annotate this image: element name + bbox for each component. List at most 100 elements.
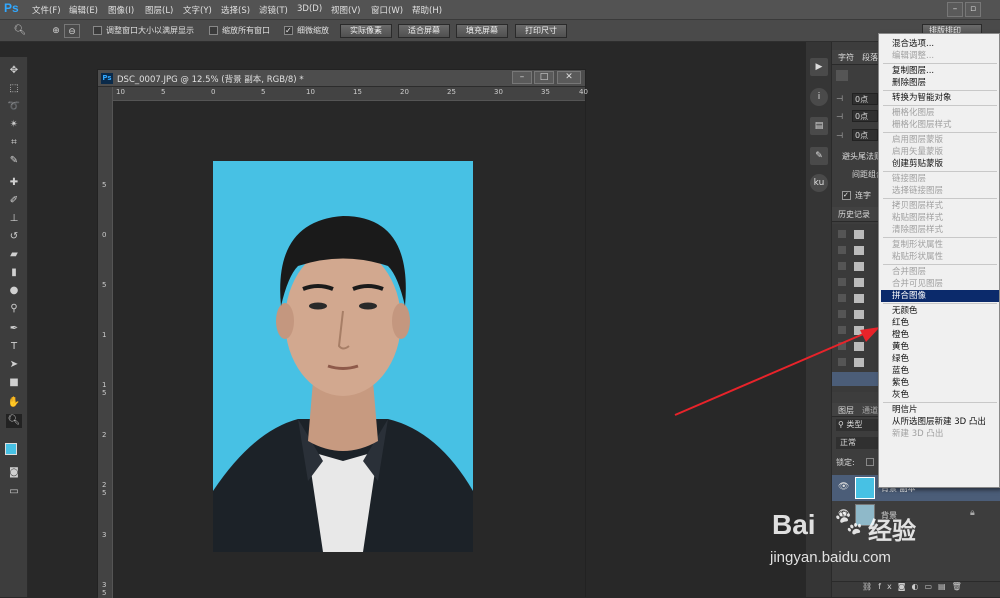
kuler-icon[interactable]: ku [810, 174, 828, 192]
actual-pixels-button[interactable]: 实际像素 [340, 24, 392, 38]
minimize-icon[interactable]: – [947, 2, 963, 17]
zoom-tool-active-icon[interactable]: 🔍︎ [6, 414, 22, 428]
context-menu-item[interactable]: 红色 [892, 317, 909, 329]
lasso-tool-icon[interactable]: ➰ [6, 100, 22, 114]
indent-left-input[interactable]: 0点 [852, 93, 878, 105]
doc-close-icon[interactable]: ✕ [557, 71, 581, 84]
pen-tool-icon[interactable]: ✒ [6, 322, 22, 336]
menu-help[interactable]: 帮助(H) [412, 4, 442, 16]
brush-preset-icon[interactable]: ✎ [810, 147, 828, 165]
zoom-all-checkbox[interactable] [209, 26, 218, 35]
type-tool-icon[interactable]: T [6, 340, 22, 354]
menu-file[interactable]: 文件(F) [32, 4, 61, 16]
eraser-icon[interactable]: ▰ [6, 248, 22, 262]
move-tool-icon[interactable]: ✥ [6, 64, 22, 78]
menu-separator [883, 171, 997, 172]
context-menu-item: 粘贴形状属性 [892, 252, 944, 262]
visibility-eye-icon[interactable]: 👁︎ [838, 482, 849, 492]
quick-mask-icon[interactable]: ◙ [6, 466, 22, 480]
fit-screen-button[interactable]: 适合屏幕 [398, 24, 450, 38]
document-titlebar[interactable]: Ps DSC_0007.JPG @ 12.5% (背景 副本, RGB/8) *… [98, 70, 585, 87]
menu-separator [883, 198, 997, 199]
menu-view[interactable]: 视图(V) [331, 4, 360, 16]
lock-label: 锁定: [836, 458, 855, 467]
menu-image[interactable]: 图像(I) [108, 4, 134, 16]
space-after-input[interactable]: 0点 [852, 129, 878, 141]
context-menu-item[interactable]: 明信片 [892, 404, 918, 416]
brush-tool-icon[interactable]: ✐ [6, 194, 22, 208]
context-menu-item[interactable]: 无颜色 [892, 305, 918, 317]
dodge-tool-icon[interactable]: ⚲ [6, 302, 22, 316]
fill-screen-button[interactable]: 填充屏幕 [456, 24, 508, 38]
play-icon[interactable]: ▶ [810, 58, 828, 76]
context-menu-item[interactable]: 灰色 [892, 389, 909, 401]
context-menu-item: 栅格化图层 [892, 108, 935, 118]
ligature-label: 连字 [855, 191, 871, 200]
marquee-tool-icon[interactable]: ⬚ [6, 82, 22, 96]
hand-tool-icon[interactable]: ✋ [6, 396, 22, 410]
zoom-tool-icon[interactable]: 🔍︎ [12, 24, 28, 38]
zoom-out-icon[interactable]: ⊖ [64, 24, 80, 38]
history-panel-header: 历史记录 [832, 207, 878, 222]
menu-filter[interactable]: 滤镜(T) [259, 4, 288, 16]
resize-windows-checkbox[interactable] [93, 26, 102, 35]
context-menu-item[interactable]: 绿色 [892, 353, 909, 365]
magic-wand-icon[interactable]: ✴ [6, 118, 22, 132]
context-menu-item[interactable]: 黄色 [892, 341, 909, 353]
menu-separator [883, 132, 997, 133]
zoom-in-icon[interactable]: ⊕ [48, 24, 64, 38]
navigator-icon[interactable]: ▤ [810, 117, 828, 135]
lock-pixels-icon[interactable] [866, 458, 874, 466]
blend-mode-select[interactable]: 正常 [836, 437, 878, 449]
tab-history[interactable]: 历史记录 [838, 209, 870, 220]
context-menu-item[interactable]: 删除图层 [892, 77, 926, 89]
context-menu-item[interactable]: 蓝色 [892, 365, 909, 377]
screen-mode-icon[interactable]: ▭ [6, 485, 22, 499]
menu-window[interactable]: 窗口(W) [371, 4, 403, 16]
clone-stamp-icon[interactable]: ⊥ [6, 212, 22, 226]
gradient-icon[interactable]: ▮ [6, 266, 22, 280]
context-menu-item[interactable]: 复制图层... [892, 65, 934, 77]
restore-icon[interactable]: ▫ [965, 2, 981, 17]
space-before-input[interactable]: 0点 [852, 110, 878, 122]
ruler-label: 35 [541, 88, 550, 96]
context-menu-item[interactable]: 从所选图层新建 3D 凸出 [892, 416, 986, 428]
blur-tool-icon[interactable]: ● [6, 284, 22, 298]
tab-paragraph[interactable]: 段落 [862, 52, 878, 63]
shape-tool-icon[interactable]: ■ [6, 376, 22, 390]
hyphenation-label: 避头尾法则 [842, 152, 878, 161]
align-left-icon[interactable] [836, 70, 848, 81]
layer-context-menu: 混合选项... 编辑调整... 复制图层... 删除图层 转换为智能对象 栅格化图层 栅格化… [878, 33, 1000, 488]
ruler-label: 2 [102, 431, 107, 439]
history-brush-icon[interactable]: ↺ [6, 230, 22, 244]
ruler-label: 10 [116, 88, 125, 96]
ligature-checkbox[interactable]: ✓ [842, 191, 851, 200]
path-select-icon[interactable]: ➤ [6, 358, 22, 372]
eyedropper-icon[interactable]: ✎ [6, 154, 22, 168]
menu-edit[interactable]: 编辑(E) [69, 4, 98, 16]
print-size-button[interactable]: 打印尺寸 [515, 24, 567, 38]
menu-separator [883, 303, 997, 304]
info-icon[interactable]: i [810, 88, 828, 106]
scrubby-zoom-checkbox[interactable]: ✓ [284, 26, 293, 35]
menu-separator [883, 90, 997, 91]
menu-layer[interactable]: 图层(L) [145, 4, 173, 16]
doc-minimize-icon[interactable]: – [512, 71, 532, 84]
layer-filter-kind[interactable]: ⚲ 类型 [836, 419, 878, 431]
menu-3d[interactable]: 3D(D) [297, 4, 322, 14]
context-menu-item[interactable]: 混合选项... [892, 38, 934, 50]
context-menu-item[interactable]: 橙色 [892, 329, 909, 341]
context-menu-item[interactable]: 拼合图像 [892, 290, 926, 302]
foreground-color-swatch[interactable] [5, 443, 17, 455]
portrait-photo[interactable] [213, 161, 473, 552]
context-menu-item[interactable]: 转换为智能对象 [892, 92, 952, 104]
crop-tool-icon[interactable]: ⌗ [6, 136, 22, 150]
menu-type[interactable]: 文字(Y) [183, 4, 212, 16]
doc-maximize-icon[interactable]: □ [534, 71, 554, 84]
healing-brush-icon[interactable]: ✚ [6, 176, 22, 190]
context-menu-item: 链接图层 [892, 174, 927, 184]
context-menu-item[interactable]: 紫色 [892, 377, 909, 389]
menu-select[interactable]: 选择(S) [221, 4, 250, 16]
tab-character[interactable]: 字符 [838, 52, 854, 63]
context-menu-item[interactable]: 创建剪贴蒙版 [892, 158, 943, 170]
